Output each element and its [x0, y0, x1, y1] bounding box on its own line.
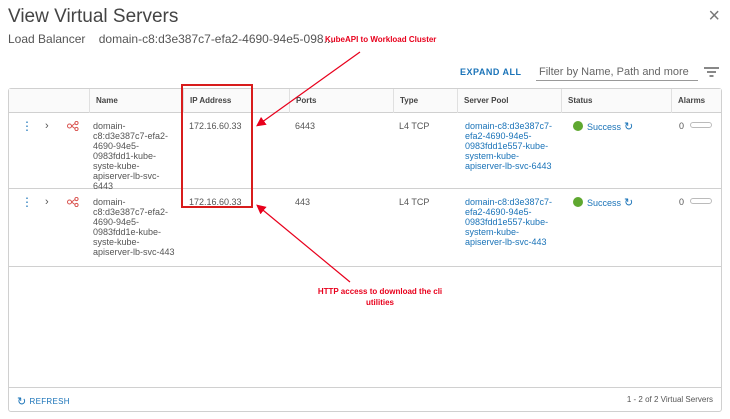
annotation-http-access: HTTP access to download the cli utilitie…	[317, 287, 443, 307]
annotation-arrows	[256, 51, 361, 283]
arrow-to-ip-bottom	[256, 204, 351, 283]
arrow-to-ip-top	[256, 51, 361, 127]
